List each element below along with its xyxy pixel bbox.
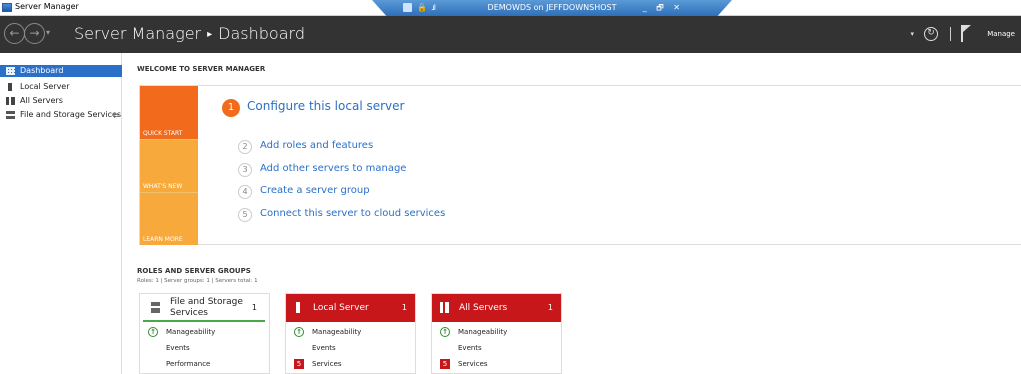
row-label: Manageability (458, 328, 508, 336)
step-number: 4 (238, 185, 252, 199)
storage-icon (6, 111, 15, 119)
row-label: Manageability (312, 328, 362, 336)
card-count: 1 (547, 303, 553, 312)
step-number: 5 (238, 208, 252, 222)
step-link[interactable]: Add roles and features (260, 140, 373, 151)
step-link[interactable]: Add other servers to manage (260, 163, 406, 174)
card-header[interactable]: File and Storage Services 1 (143, 294, 265, 322)
manage-menu[interactable]: Manage (987, 30, 1015, 38)
welcome-heading: WELCOME TO SERVER MANAGER (137, 65, 266, 73)
card-row-services[interactable]: 5 Services (286, 358, 415, 370)
sidebar-item-local-server[interactable]: Local Server (0, 81, 122, 93)
card-row-manageability[interactable]: ↑ Manageability (432, 326, 561, 338)
breadcrumb-root: Server Manager (74, 24, 202, 43)
welcome-panel: QUICK START WHAT'S NEW LEARN MORE 1 Conf… (139, 85, 1021, 245)
row-label: Events (312, 344, 336, 352)
row-label: Performance (166, 360, 211, 368)
sidebar-item-dashboard[interactable]: Dashboard (0, 65, 122, 77)
sidebar-item-all-servers[interactable]: All Servers (0, 95, 122, 107)
row-label: Services (312, 360, 342, 368)
refresh-icon[interactable]: ↻ (924, 27, 938, 41)
window-title: Server Manager (15, 2, 79, 11)
step-number: 3 (238, 163, 252, 177)
servers-icon (440, 302, 449, 313)
card-header[interactable]: Local Server 1 (286, 294, 415, 322)
card-row-performance[interactable]: Performance (140, 358, 269, 370)
card-count: 1 (401, 303, 407, 312)
role-card-local-server[interactable]: Local Server 1 ↑ Manageability Events 5 … (285, 293, 416, 374)
status-ok-icon: ↑ (440, 327, 450, 337)
sidebar-item-file-storage[interactable]: File and Storage Services ▷ (0, 109, 122, 121)
dashboard-main: WELCOME TO SERVER MANAGER QUICK START WH… (123, 53, 1021, 374)
restore-button[interactable]: 🗗 (656, 3, 664, 12)
sidebar-item-label: Dashboard (20, 66, 64, 75)
step-number: 1 (222, 99, 240, 117)
step-link[interactable]: Create a server group (260, 185, 370, 196)
header-divider (950, 27, 951, 41)
role-card-all-servers[interactable]: All Servers 1 ↑ Manageability Events 5 S… (431, 293, 562, 374)
storage-icon (151, 302, 160, 313)
card-row-events[interactable]: Events (140, 342, 269, 354)
sidebar-item-label: File and Storage Services (20, 110, 122, 119)
tile-learn-more[interactable]: LEARN MORE (140, 192, 198, 245)
alert-count-badge: 5 (294, 359, 304, 369)
role-card-file-storage[interactable]: File and Storage Services 1 ↑ Manageabil… (139, 293, 270, 374)
server-icon (296, 302, 300, 313)
sidebar-item-label: All Servers (20, 96, 63, 105)
breadcrumb-separator: ▸ (207, 29, 213, 40)
history-dropdown-icon[interactable]: ▾ (46, 28, 50, 37)
chevron-right-icon[interactable]: ▷ (114, 109, 119, 121)
step-number: 2 (238, 140, 252, 154)
tile-whats-new[interactable]: WHAT'S NEW (140, 139, 198, 192)
app-header: ← → ▾ Server Manager ▸ Dashboard ▾ ↻ Manag… (0, 16, 1021, 53)
sidebar: Dashboard Local Server All Servers File … (0, 53, 122, 374)
card-title: File and Storage Services (170, 297, 243, 318)
remote-window-controls: _ 🗗 ✕ (636, 2, 680, 16)
forward-button[interactable]: → (24, 23, 45, 44)
row-label: Services (458, 360, 488, 368)
step-link[interactable]: Connect this server to cloud services (260, 208, 445, 219)
card-row-manageability[interactable]: ↑ Manageability (140, 326, 269, 338)
card-row-manageability[interactable]: ↑ Manageability (286, 326, 415, 338)
breadcrumb: Server Manager ▸ Dashboard (74, 24, 305, 43)
card-row-events[interactable]: Events (432, 342, 561, 354)
roles-summary: Roles: 1 | Server groups: 1 | Servers to… (137, 278, 258, 284)
minimize-button[interactable]: _ (643, 3, 647, 12)
card-header[interactable]: All Servers 1 (432, 294, 561, 322)
servers-icon (6, 97, 15, 105)
card-row-events[interactable]: Events (286, 342, 415, 354)
row-label: Events (458, 344, 482, 352)
row-label: Events (166, 344, 190, 352)
card-title: All Servers (459, 303, 508, 313)
status-ok-icon: ↑ (148, 327, 158, 337)
card-title: Local Server (313, 303, 369, 313)
refresh-dropdown-icon[interactable]: ▾ (910, 30, 914, 38)
sidebar-item-label: Local Server (20, 82, 70, 91)
tile-label: LEARN MORE (143, 236, 183, 243)
server-icon (8, 83, 12, 91)
status-ok-icon: ↑ (294, 327, 304, 337)
card-count: 1 (251, 303, 257, 312)
tile-label: WHAT'S NEW (143, 183, 183, 190)
row-label: Manageability (166, 328, 216, 336)
dashboard-icon (6, 67, 15, 75)
step-link[interactable]: Configure this local server (247, 99, 404, 113)
close-button[interactable]: ✕ (673, 3, 680, 12)
roles-heading: ROLES AND SERVER GROUPS (137, 267, 251, 275)
tile-label: QUICK START (143, 130, 183, 137)
notifications-flag-icon[interactable] (961, 25, 971, 42)
tile-quick-start[interactable]: QUICK START (140, 86, 198, 139)
remote-connection-bar: 🔒 .ıl DEMOWDS on JEFFDOWNSHOST _ 🗗 ✕ (372, 0, 732, 16)
page-title: Dashboard (218, 24, 305, 43)
alert-count-badge: 5 (440, 359, 450, 369)
server-manager-app-icon (2, 3, 12, 12)
back-button[interactable]: ← (4, 23, 25, 44)
card-row-services[interactable]: 5 Services (432, 358, 561, 370)
